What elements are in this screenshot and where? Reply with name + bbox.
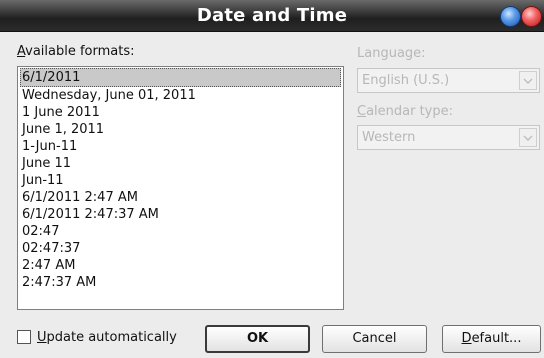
language-value: English (U.S.) [362,73,450,88]
help-button[interactable] [500,6,521,27]
close-button[interactable] [521,6,542,27]
title-bar[interactable]: Date and Time [0,0,544,32]
accelerator-char: A [17,44,26,59]
dropdown-arrow-icon[interactable] [519,128,537,147]
list-item[interactable]: 6/1/2011 2:47 AM [18,189,343,206]
label-text: efault... [471,331,522,346]
list-item[interactable]: June 1, 2011 [18,121,343,138]
window-title: Date and Time [196,5,348,26]
dropdown-arrow-icon[interactable] [519,71,537,90]
update-automatically-label[interactable]: Update automatically [37,330,177,345]
list-item[interactable]: 02:47 [18,223,343,240]
list-item[interactable]: 6/1/2011 [20,68,341,87]
calendar-type-label: Calendar type: [357,104,453,119]
list-item[interactable]: 2:47:37 AM [18,274,343,291]
accelerator-char: U [37,330,47,345]
list-item[interactable]: 6/1/2011 2:47:37 AM [18,206,343,223]
accelerator-char: C [357,104,367,119]
label-text: pdate automatically [46,330,177,345]
label-text: vailable formats: [25,44,135,59]
calendar-type-combo[interactable]: Western [357,125,540,150]
language-label: Language: [357,46,426,61]
language-combo[interactable]: English (U.S.) [357,68,540,93]
default-button[interactable]: Default... [442,325,541,353]
list-item[interactable]: 1-Jun-11 [18,138,343,155]
available-formats-label: Available formats: [17,44,135,59]
label-text: alendar type: [366,104,454,119]
calendar-type-value: Western [362,130,416,145]
list-item[interactable]: Jun-11 [18,172,343,189]
update-automatically-checkbox[interactable] [17,330,31,344]
cancel-button[interactable]: Cancel [322,325,427,353]
list-item[interactable]: 2:47 AM [18,257,343,274]
formats-listbox[interactable]: 6/1/2011 Wednesday, June 01, 2011 1 June… [17,66,344,310]
ok-button[interactable]: OK [205,325,310,353]
list-item[interactable]: 02:47:37 [18,240,343,257]
list-item[interactable]: June 11 [18,155,343,172]
list-item[interactable]: 1 June 2011 [18,104,343,121]
list-item[interactable]: Wednesday, June 01, 2011 [18,87,343,104]
accelerator-char: D [461,331,472,346]
